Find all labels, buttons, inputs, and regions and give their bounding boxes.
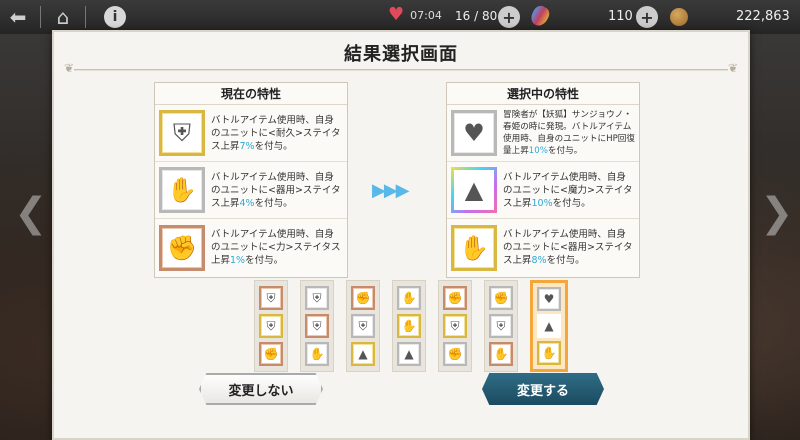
trait-row: ✋ バトルアイテム使用時、自身のユニットに<器用>ステイタス上昇8%を付与。 [447, 219, 639, 276]
trait-description: バトルアイテム使用時、自身のユニットに<耐久>ステイタス上昇7%を付与。 [211, 114, 341, 152]
shield-icon: ⛨ [351, 314, 375, 338]
trait-description: バトルアイテム使用時、自身のユニットに<器用>ステイタス上昇4%を付与。 [211, 171, 341, 209]
fist-icon: ✊ [159, 224, 205, 271]
hand-icon: ✋ [159, 167, 205, 213]
trait-row: ✋ バトルアイテム使用時、自身のユニットに<器用>ステイタス上昇4%を付与。 [155, 162, 347, 219]
option-candidate[interactable]: ⛨ ⛨ ✊ [254, 280, 288, 372]
option-candidates: ⛨ ⛨ ✊ ⛨ ⛨ ✋ ✊ ⛨ ▲ ✋ ✋ ▲ ✊ ⛨ ✊ ✊ ⛨ ✋ ♥ ▲ ✋ [254, 280, 568, 372]
gem-count: 110 [608, 9, 633, 24]
stamina-count: 16 / 80 [455, 9, 498, 23]
title-divider [64, 61, 738, 75]
divider [40, 6, 41, 28]
trait-row: ✊ バトルアイテム使用時、自身のユニットに<力>ステイタス上昇1%を付与。 [155, 219, 347, 276]
top-status-bar: ⬅ ⌂ i ♥ 07:04 16 / 80 + 110 + 222,863 [0, 0, 800, 34]
trait-description: バトルアイテム使用時、自身のユニットに<魔力>ステイタス上昇10%を付与。 [503, 171, 633, 209]
gem-icon [528, 3, 552, 29]
trait-description: バトルアイテム使用時、自身のユニットに<力>ステイタス上昇1%を付与。 [211, 229, 341, 266]
fist-icon: ✊ [489, 286, 513, 310]
cancel-button[interactable]: 変更しない [199, 373, 323, 405]
shield-icon: ⛨ [305, 286, 329, 310]
coin-icon [670, 8, 688, 26]
option-candidate[interactable]: ✊ ⛨ ✋ [484, 280, 518, 372]
wizard-hat-icon: ▲ [351, 342, 375, 366]
back-arrow-icon[interactable]: ⬅ [0, 0, 36, 34]
transition-arrows-icon: ▶▶▶ [372, 180, 410, 201]
trait-row: ▲ バトルアイテム使用時、自身のユニットに<魔力>ステイタス上昇10%を付与。 [447, 162, 639, 219]
wizard-hat-icon: ▲ [397, 342, 421, 366]
info-icon[interactable]: i [104, 6, 126, 28]
trait-description: バトルアイテム使用時、自身のユニットに<器用>ステイタス上昇8%を付与。 [503, 229, 633, 266]
add-gem-button[interactable]: + [636, 6, 658, 28]
hand-icon: ✋ [537, 340, 561, 365]
trait-description: 冒険者が【妖狐】サンジョウノ・春姫の時に発現。バトルアイテム使用時、自身のユニッ… [503, 110, 635, 156]
wizard-hat-icon: ▲ [537, 313, 561, 338]
trait-row: ⛨ バトルアイテム使用時、自身のユニットに<耐久>ステイタス上昇7%を付与。 [155, 105, 347, 162]
wizard-hat-icon: ▲ [451, 167, 497, 213]
result-select-dialog: 結果選択画面 現在の特性 ⛨ バトルアイテム使用時、自身のユニットに<耐久>ステ… [52, 30, 750, 440]
prev-arrow-icon[interactable]: ❮ [14, 190, 48, 236]
option-candidate[interactable]: ♥ ▲ ✋ [530, 280, 568, 372]
hand-icon: ✋ [397, 314, 421, 338]
option-candidate[interactable]: ✊ ⛨ ✊ [438, 280, 472, 372]
dialog-title: 結果選択画面 [344, 44, 458, 65]
fist-icon: ✊ [443, 286, 467, 310]
option-candidate[interactable]: ⛨ ⛨ ✋ [300, 280, 334, 372]
hand-icon: ✋ [397, 286, 421, 310]
divider [85, 6, 86, 28]
stamina-indicator: ♥ 07:04 [388, 6, 442, 24]
fist-icon: ✊ [351, 286, 375, 310]
hand-icon: ✋ [451, 224, 497, 271]
current-traits-box: 現在の特性 ⛨ バトルアイテム使用時、自身のユニットに<耐久>ステイタス上昇7%… [154, 82, 348, 278]
shield-icon: ⛨ [443, 314, 467, 338]
hand-icon: ✋ [305, 342, 329, 366]
confirm-button[interactable]: 変更する [482, 373, 604, 405]
current-traits-title: 現在の特性 [155, 83, 347, 105]
shield-icon: ⛨ [259, 314, 283, 338]
selected-traits-title: 選択中の特性 [447, 83, 639, 105]
selected-traits-box: 選択中の特性 ♥ 冒険者が【妖狐】サンジョウノ・春姫の時に発現。バトルアイテム使… [446, 82, 640, 278]
fist-icon: ✊ [443, 342, 467, 366]
shield-icon: ⛨ [489, 314, 513, 338]
hearts-icon: ♥ [451, 110, 497, 156]
trait-row: ♥ 冒険者が【妖狐】サンジョウノ・春姫の時に発現。バトルアイテム使用時、自身のユ… [447, 105, 639, 162]
stamina-timer: 07:04 [410, 8, 442, 22]
heart-icon: ♥ [388, 4, 405, 25]
coin-count: 222,863 [736, 9, 790, 24]
shield-icon: ⛨ [259, 286, 283, 310]
shield-icon: ⛨ [159, 110, 205, 156]
option-candidate[interactable]: ✊ ⛨ ▲ [346, 280, 380, 372]
fist-icon: ✊ [259, 342, 283, 366]
add-stamina-button[interactable]: + [498, 6, 520, 28]
home-icon[interactable]: ⌂ [45, 0, 81, 34]
shield-icon: ⛨ [305, 314, 329, 338]
next-arrow-icon[interactable]: ❯ [760, 190, 794, 236]
hand-icon: ✋ [489, 342, 513, 366]
option-candidate[interactable]: ✋ ✋ ▲ [392, 280, 426, 372]
hearts-icon: ♥ [537, 287, 561, 312]
